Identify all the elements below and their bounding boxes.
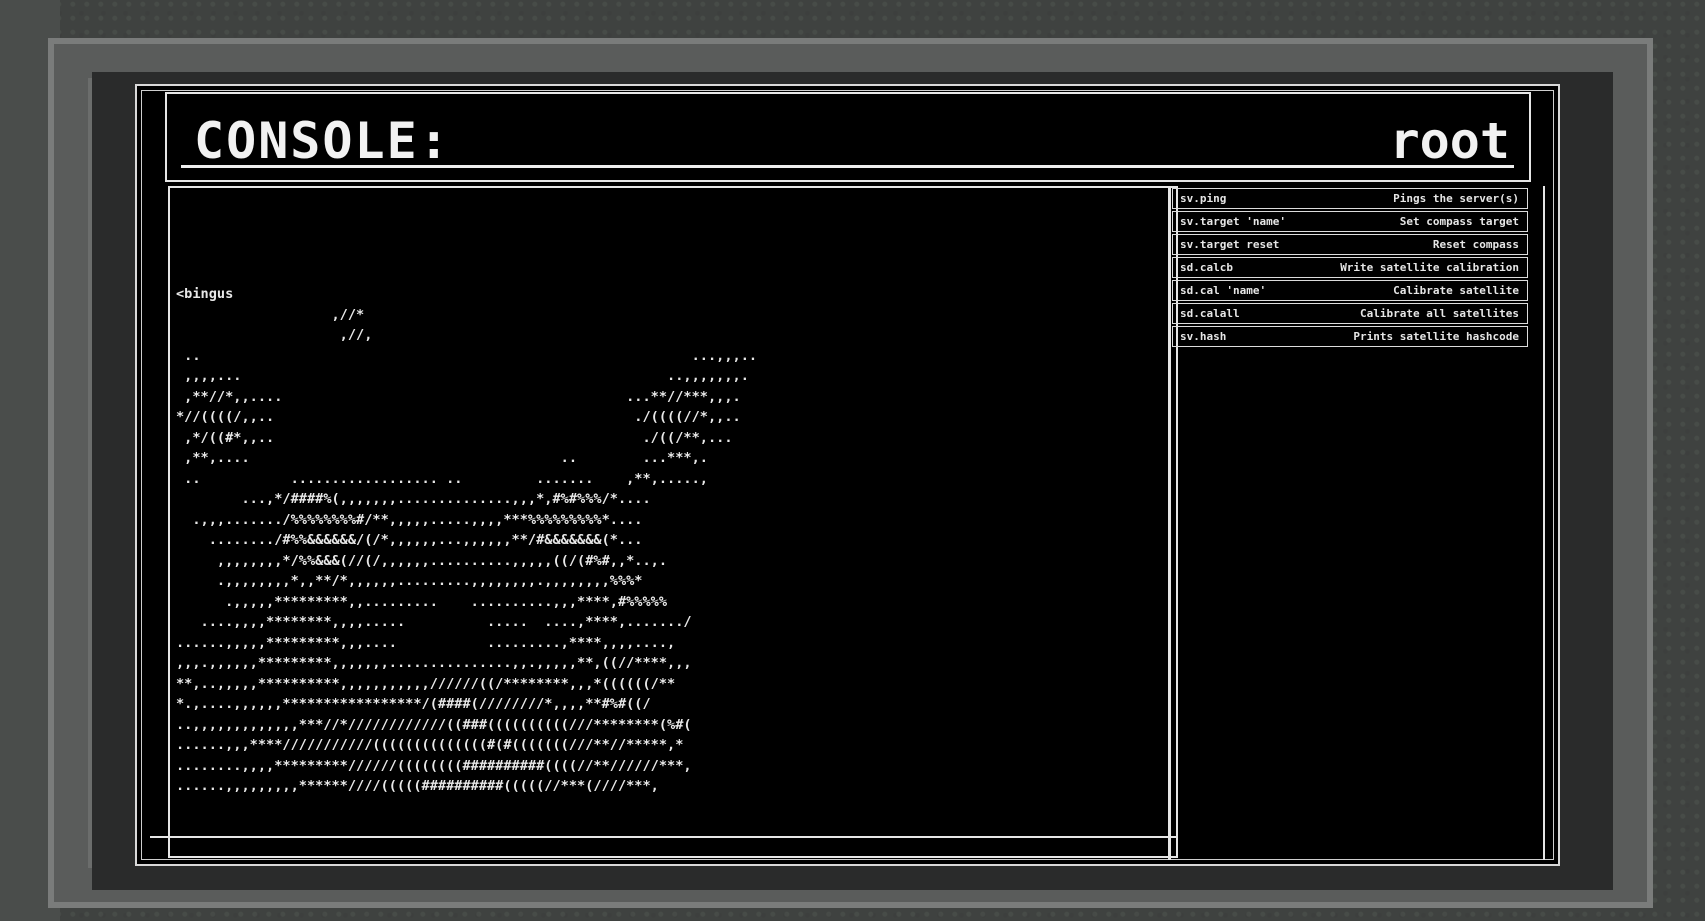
command-row[interactable]: sd.calall Calibrate all satellites [1172, 303, 1528, 324]
console-line: ,*/((#*,,.. ./((/**,... [176, 429, 733, 446]
console-line: ...,*/####%(,,,,,,,..............,,,*,#%… [176, 491, 651, 507]
console-output: <bingus ,//* ,//, .. ...,,,.. ,,,,... ..… [176, 284, 757, 797]
user-name: root [1389, 112, 1510, 170]
console-line: *//((((/,,.. ./((((//*,,.. [176, 409, 741, 425]
console-line: ......../#%%&&&&&&/(/*,,,,,,...,,,,,,**/… [176, 532, 643, 548]
console-line: ,,,,,,,,*/%%&&&(//(/,,,,,,..........,,,,… [176, 552, 668, 569]
console-line: .,,,,,,,,*,,**/*,,,,,,.........,,,,,,,,.… [176, 573, 643, 589]
command-name: sd.calall [1180, 307, 1240, 320]
console-line: .,,,,,*********,,......... ..........,,,… [176, 593, 668, 610]
console-line: ,//, [176, 327, 373, 343]
command-description: Write satellite calibration [1340, 261, 1519, 274]
command-row[interactable]: sd.calcb Write satellite calibration [1172, 257, 1528, 278]
command-description: Calibrate satellite [1393, 284, 1519, 297]
command-row[interactable]: sv.target 'name' Set compass target [1172, 211, 1528, 232]
command-row[interactable]: sd.cal 'name' Calibrate satellite [1172, 280, 1528, 301]
console-line: ......,,,****///////////((((((((((((((#(… [176, 737, 684, 753]
command-name: sv.target reset [1180, 238, 1280, 251]
command-description: Set compass target [1399, 215, 1519, 228]
console-line: <bingus [176, 286, 234, 302]
console-line: ,**//*,,.... ...**//***,,,. [176, 388, 741, 405]
console-line: ,**,.... .. ...***,. [176, 450, 708, 466]
console-line: .. .................. .. ....... ,**,...… [176, 470, 708, 487]
console-line: **,..,,,,,**********,,,,,,,,,,,//////((/… [176, 675, 676, 692]
command-row[interactable]: sv.ping Pings the server(s) [1172, 188, 1528, 209]
command-row[interactable]: sv.hash Prints satellite hashcode [1172, 326, 1528, 347]
console-line: ........,,,,*********//////((((((((#####… [176, 757, 692, 774]
command-name: sv.ping [1180, 192, 1227, 205]
console-title: CONSOLE: [194, 112, 451, 170]
console-line: ......,,,,,*********,,,.... .........,**… [176, 634, 676, 651]
command-name: sd.calcb [1180, 261, 1233, 274]
command-description: Prints satellite hashcode [1353, 330, 1519, 343]
command-list: sv.ping Pings the server(s) sv.target 'nam… [1172, 188, 1528, 349]
header-underline [181, 165, 1514, 168]
command-name: sd.cal 'name' [1180, 284, 1267, 297]
console-line: ,,,,... ..,,,,,,,. [176, 368, 749, 384]
console-line: ,,,.,,,,,,*********,,,,,,,..............… [176, 655, 692, 671]
command-row[interactable]: sv.target reset Reset compass [1172, 234, 1528, 255]
console-line: .,,,......./%%%%%%%%#/**,,,,,.....,,,,**… [176, 511, 643, 528]
command-description: Calibrate all satellites [1360, 307, 1519, 320]
console-line: .. ...,,,.. [176, 347, 758, 364]
console-line: ,//* [176, 306, 365, 323]
command-name: sv.hash [1180, 330, 1227, 343]
console-line: ..,,,,,,,,,,,,,***//*////////////((###((… [176, 716, 692, 733]
command-description: Reset compass [1432, 238, 1519, 251]
console-input[interactable] [150, 836, 1178, 860]
command-name: sv.target 'name' [1180, 215, 1286, 228]
command-description: Pings the server(s) [1393, 192, 1519, 205]
console-line: ......,,,,,,,,,******////(((((##########… [176, 778, 659, 794]
console-line: ....,,,,********,,,,..... ..... ....,***… [176, 614, 692, 630]
console-line: *.,....,,,,,,*****************/(####(///… [176, 696, 651, 712]
